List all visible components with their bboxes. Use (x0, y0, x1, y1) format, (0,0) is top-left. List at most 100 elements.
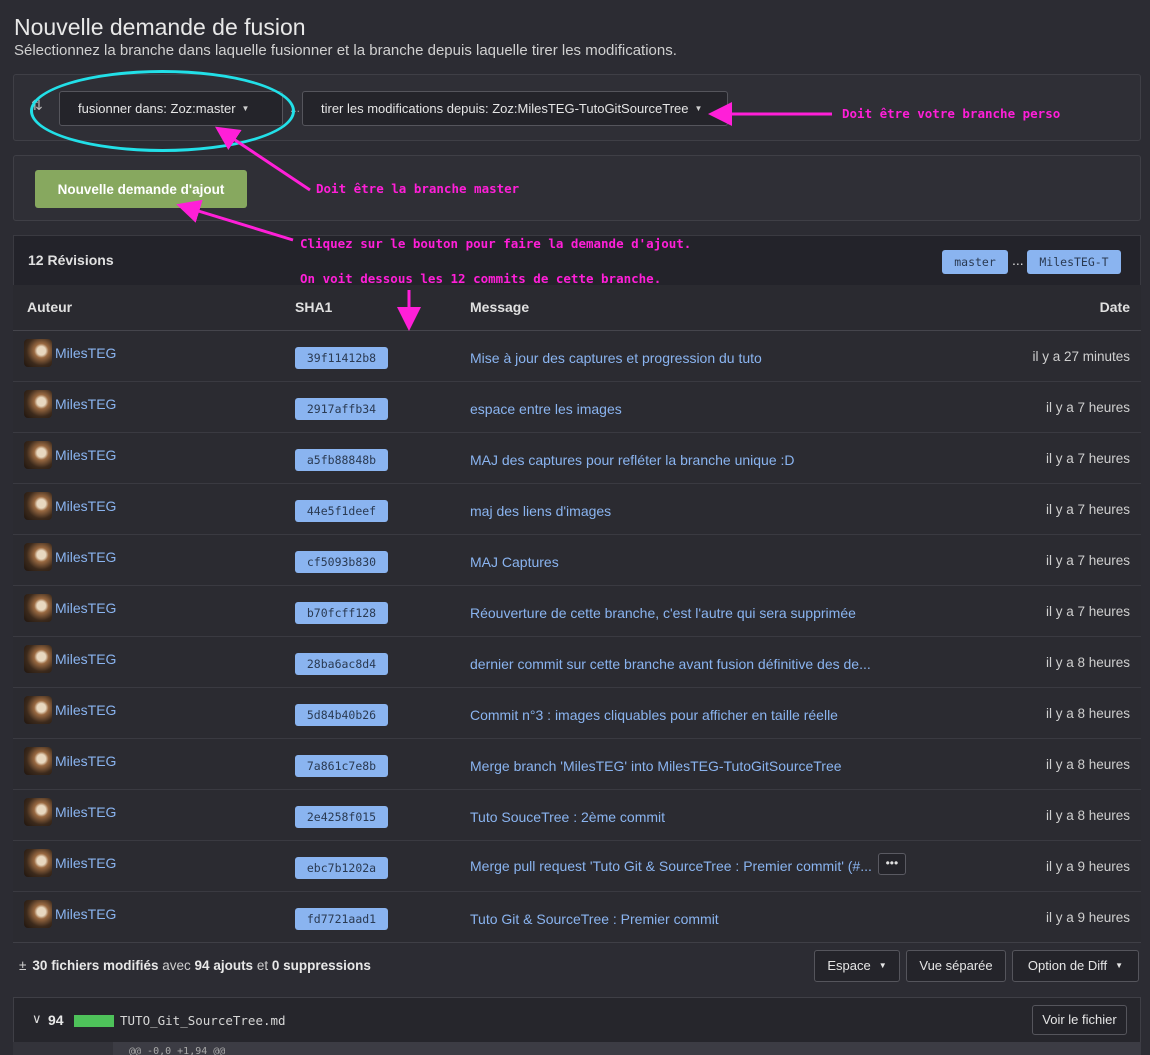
message-link[interactable]: Mise à jour des captures et progression … (470, 350, 762, 366)
create-panel: Nouvelle demande d'ajout (13, 155, 1141, 221)
avatar[interactable] (24, 542, 52, 571)
sha-badge[interactable]: 44e5f1deef (295, 499, 388, 522)
commit-author: MilesTEG (13, 789, 281, 841)
sha-badge[interactable]: 28ba6ac8d4 (295, 652, 388, 675)
author-link[interactable]: MilesTEG (55, 498, 116, 514)
commit-date: il y a 7 heures (966, 381, 1141, 433)
diff-options-label: Option de Diff (1027, 958, 1108, 973)
commit-author: MilesTEG (13, 432, 281, 484)
diff-stats: ±30 fichiers modifiés avec 94 ajouts et … (19, 958, 371, 973)
ellipsis-icon[interactable]: ••• (877, 852, 906, 875)
sha-badge[interactable]: 7a861c7e8b (295, 754, 388, 777)
annotation-perso-branch: Doit être votre branche perso (842, 106, 1061, 121)
sha-badge[interactable]: b70fcff128 (295, 601, 388, 624)
caret-down-icon: ▼ (878, 961, 887, 970)
chevron-down-icon[interactable]: ∨ (32, 1011, 42, 1027)
diff-options-button[interactable]: Option de Diff ▼ (1012, 950, 1139, 982)
head-branch-dropdown[interactable]: tirer les modifications depuis: Zoz:Mile… (302, 91, 728, 126)
date-text: il y a 7 heures (1045, 501, 1130, 517)
files-changed: 30 fichiers modifiés (32, 958, 159, 973)
commit-author: MilesTEG (13, 891, 281, 943)
additions-count: 94 ajouts (194, 958, 254, 973)
commit-author: MilesTEG (13, 381, 281, 433)
split-view-button[interactable]: Vue séparée (906, 950, 1006, 982)
commit-author: MilesTEG (13, 687, 281, 739)
view-file-button[interactable]: Voir le fichier (1032, 1005, 1127, 1035)
avatar[interactable] (24, 593, 52, 622)
base-ref-badge[interactable]: master (942, 250, 1008, 274)
message-link[interactable]: Tuto SouceTree : 2ème commit (470, 809, 665, 825)
sha-badge[interactable]: 2e4258f015 (295, 805, 388, 828)
author-link[interactable]: MilesTEG (55, 906, 116, 922)
sha-badge[interactable]: a5fb88848b (295, 448, 388, 471)
commit-date: il y a 9 heures (966, 840, 1141, 892)
avatar[interactable] (24, 797, 52, 826)
message-link[interactable]: Commit n°3 : images cliquables pour affi… (470, 707, 838, 723)
avatar[interactable] (24, 848, 52, 877)
avatar[interactable] (24, 491, 52, 520)
author-link[interactable]: MilesTEG (55, 855, 116, 871)
commit-date: il y a 7 heures (966, 483, 1141, 535)
message-link[interactable]: Merge branch 'MilesTEG' into MilesTEG-Tu… (470, 758, 842, 774)
author-link[interactable]: MilesTEG (55, 804, 116, 820)
message-link[interactable]: Réouverture de cette branche, c'est l'au… (470, 605, 856, 621)
avatar[interactable] (24, 440, 52, 469)
sha-badge[interactable]: ebc7b1202a (295, 856, 388, 879)
avatar[interactable] (24, 644, 52, 673)
commit-row: MilesTEG b70fcff128 Réouverture de cette b… (13, 585, 1141, 637)
message-link[interactable]: maj des liens d'images (470, 503, 611, 519)
commit-message: maj des liens d'images (456, 483, 966, 535)
author-link[interactable]: MilesTEG (55, 753, 116, 769)
message-link[interactable]: MAJ Captures (470, 554, 559, 570)
swap-icon[interactable]: ⇅ (31, 97, 43, 114)
message-link[interactable]: Tuto Git & SourceTree : Premier commit (470, 911, 719, 927)
avatar[interactable] (24, 389, 52, 418)
avatar[interactable] (24, 695, 52, 724)
avatar[interactable] (24, 338, 52, 367)
additions-bar (74, 1015, 114, 1027)
sha-badge[interactable]: 39f11412b8 (295, 346, 388, 369)
date-text: il y a 7 heures (1045, 450, 1130, 466)
commit-date: il y a 9 heures (966, 891, 1141, 943)
date-text: il y a 8 heures (1045, 705, 1130, 721)
avatar[interactable] (24, 899, 52, 928)
sha-badge[interactable]: cf5093b830 (295, 550, 388, 573)
avatar[interactable] (24, 746, 52, 775)
commits-table-header: Auteur SHA1 Message Date (13, 285, 1141, 331)
caret-down-icon: ▼ (241, 104, 250, 113)
sha-badge[interactable]: fd7721aad1 (295, 907, 388, 930)
commit-row: MilesTEG 44e5f1deef maj des liens d'images… (13, 483, 1141, 535)
message-link[interactable]: MAJ des captures pour refléter la branch… (470, 452, 795, 468)
author-link[interactable]: MilesTEG (55, 600, 116, 616)
author-link[interactable]: MilesTEG (55, 345, 116, 361)
whitespace-button[interactable]: Espace ▼ (814, 950, 900, 982)
commit-message: Merge pull request 'Tuto Git & SourceTre… (456, 840, 966, 892)
author-column-header: Auteur (13, 285, 281, 331)
head-ref-badge[interactable]: MilesTEG-T (1027, 250, 1121, 274)
author-link[interactable]: MilesTEG (55, 651, 116, 667)
commit-row: MilesTEG ebc7b1202a Merge pull request 'Tu… (13, 840, 1141, 892)
message-link[interactable]: Merge pull request 'Tuto Git & SourceTre… (470, 858, 872, 874)
commit-date: il y a 27 minutes (966, 330, 1141, 382)
date-text: il y a 8 heures (1045, 756, 1130, 772)
commit-row: MilesTEG 28ba6ac8d4 dernier commit sur cet… (13, 636, 1141, 688)
date-text: il y a 8 heures (1045, 807, 1130, 823)
author-link[interactable]: MilesTEG (55, 702, 116, 718)
sha-badge[interactable]: 5d84b40b26 (295, 703, 388, 726)
page-subtitle: Sélectionnez la branche dans laquelle fu… (14, 42, 677, 59)
create-pull-request-button[interactable]: Nouvelle demande d'ajout (35, 170, 247, 208)
commit-sha: 28ba6ac8d4 (281, 636, 456, 688)
author-link[interactable]: MilesTEG (55, 549, 116, 565)
commit-author: MilesTEG (13, 330, 281, 382)
base-branch-dropdown[interactable]: fusionner dans: Zoz:master ▼ (59, 91, 283, 126)
commit-message: MAJ Captures (456, 534, 966, 586)
caret-down-icon: ▼ (1115, 961, 1124, 970)
message-link[interactable]: espace entre les images (470, 401, 622, 417)
commit-sha: 2e4258f015 (281, 789, 456, 841)
sha-badge[interactable]: 2917affb34 (295, 397, 388, 420)
author-link[interactable]: MilesTEG (55, 447, 116, 463)
author-link[interactable]: MilesTEG (55, 396, 116, 412)
message-link[interactable]: dernier commit sur cette branche avant f… (470, 656, 871, 672)
date-text: il y a 8 heures (1045, 654, 1130, 670)
commit-author: MilesTEG (13, 738, 281, 790)
